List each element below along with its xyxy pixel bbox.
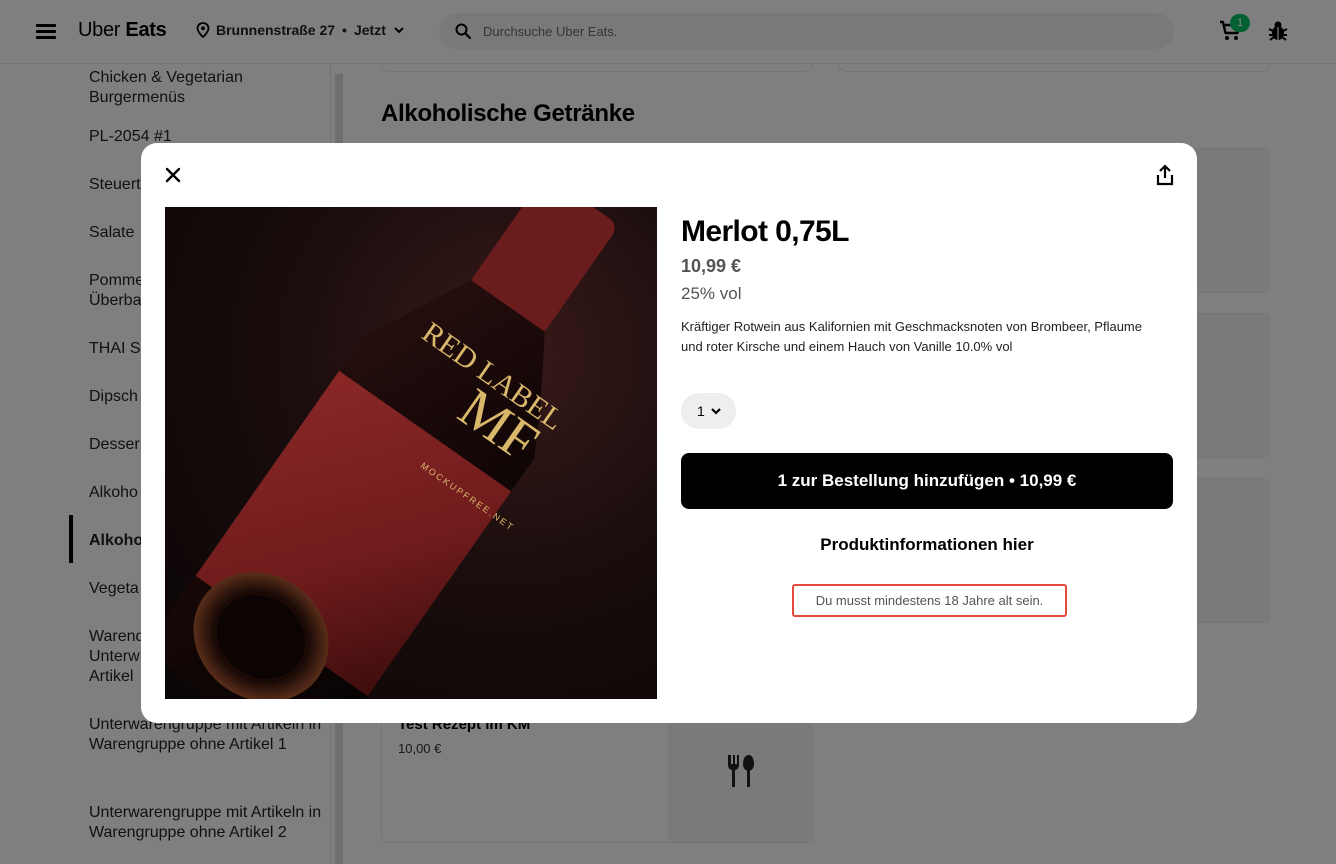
share-icon[interactable] [1153,163,1177,187]
chevron-down-icon [711,407,721,415]
wine-bottle-illustration: MF RED LABEL MOCKUPFREE.NET [165,207,615,699]
product-description: Kräftiger Rotwein aus Kalifornien mit Ge… [681,319,1142,354]
product-info-link[interactable]: Produktinformationen hier [681,535,1173,555]
product-abv: 25% vol [681,284,742,303]
product-image: MF RED LABEL MOCKUPFREE.NET [165,207,657,699]
quantity-select[interactable]: 1 [681,393,736,429]
product-price: 10,99 € [681,256,742,276]
add-to-order-button[interactable]: 1 zur Bestellung hinzufügen • 10,99 € [681,453,1173,509]
quantity-value: 1 [697,403,705,419]
close-icon[interactable] [163,165,183,185]
product-modal: MF RED LABEL MOCKUPFREE.NET Merlot 0,75L… [141,143,1197,723]
age-restriction-notice: Du musst mindestens 18 Jahre alt sein. [792,584,1067,617]
product-title: Merlot 0,75L [681,215,849,248]
